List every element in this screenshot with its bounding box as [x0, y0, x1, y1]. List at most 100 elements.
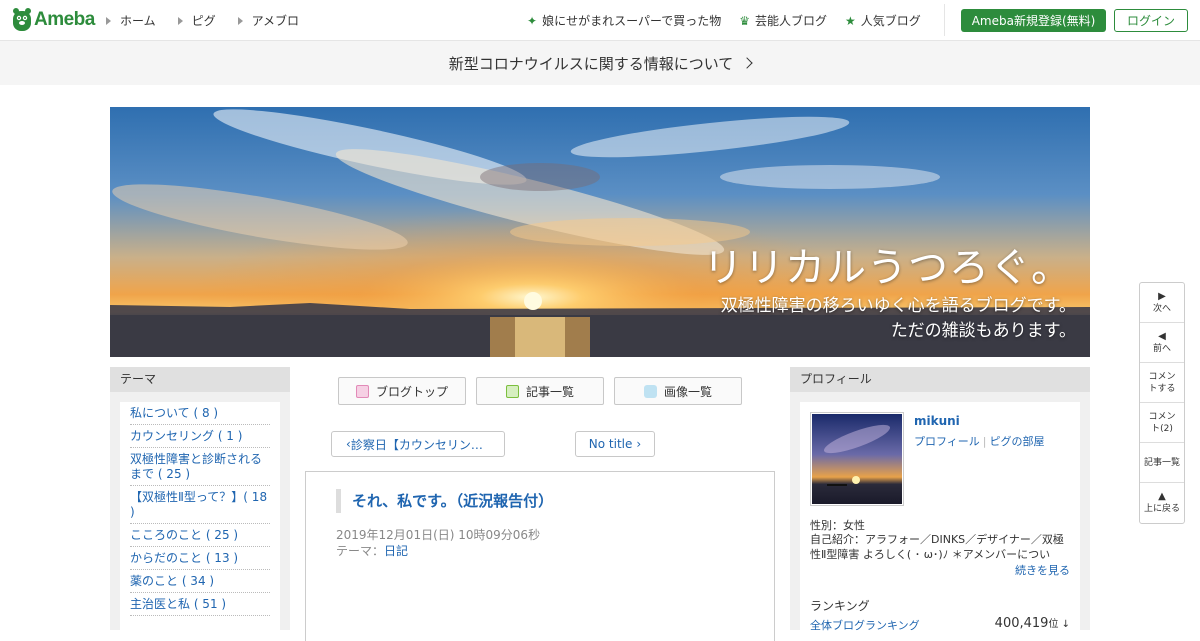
link-trending[interactable]: ✦ 娘にせがまれスーパーで買った物: [527, 12, 721, 29]
float-prev-button[interactable]: ◀ 前へ: [1140, 323, 1184, 363]
float-article-list-button[interactable]: 記事一覧: [1140, 443, 1184, 483]
logo-text: Ameba: [34, 9, 95, 30]
blog-description-line2: ただの雑談もあります。: [890, 321, 1076, 341]
list-icon: [505, 384, 519, 398]
profile-heading: プロフィール: [790, 367, 1090, 392]
theme-sidebar: テーマ 私について ( 8 ) カウンセリング ( 1 ) 双極性障害と診断され…: [110, 367, 290, 632]
float-prev-label: 前へ: [1152, 343, 1171, 354]
theme-item[interactable]: 私について ( 8 ): [130, 402, 270, 425]
header-divider: [944, 4, 945, 36]
play-left-icon: ◀: [1158, 330, 1166, 342]
float-comments-count-button[interactable]: コメント(2): [1140, 403, 1184, 443]
profile-gender: 性別：女性: [810, 519, 865, 532]
blog-header-image[interactable]: リリカルうつろぐ。 双極性障害の移ろいゆく心を語るブログです。 ただの雑談もあり…: [110, 107, 1090, 357]
theme-item[interactable]: 【双極性Ⅱ型って？】( 18 ): [130, 486, 270, 524]
article: それ、私です。（近況報告付） 2019年12月01日(日) 10時09分06秒 …: [305, 471, 775, 641]
nav-pigg[interactable]: ピグ: [177, 12, 216, 29]
triangle-icon: [237, 16, 243, 25]
next-article-button[interactable]: No title ›: [575, 431, 655, 457]
float-article-list-label: 記事一覧: [1143, 457, 1180, 468]
tab-article-list[interactable]: 記事一覧: [476, 377, 604, 405]
read-more-link[interactable]: 続きを見る: [1015, 562, 1070, 578]
arrow-up-icon: ▲: [1158, 491, 1166, 502]
global-header: Ameba ホーム ピグ アメブロ ✦ 娘にせがまれスーパーで買った物 ♛ 芸能…: [0, 0, 1200, 41]
chevron-right-icon: [741, 57, 753, 69]
global-nav: ホーム ピグ アメブロ: [106, 12, 321, 29]
theme-heading: テーマ: [110, 367, 290, 392]
nav-home[interactable]: ホーム: [106, 12, 156, 29]
article-date: 2019年12月01日(日) 10時09分06秒: [336, 528, 541, 542]
nav-ameblo[interactable]: アメブロ: [237, 12, 300, 29]
article-theme-link[interactable]: 日記: [384, 544, 408, 558]
nav-pigg-label: ピグ: [191, 14, 216, 28]
tab-blog-top[interactable]: ブログトップ: [338, 377, 466, 405]
triangle-icon: [106, 16, 111, 25]
ranking-value: 400,419位 ↓: [995, 615, 1070, 631]
prev-article-button[interactable]: ‹ 診察日【カウンセリン…: [331, 431, 505, 457]
link-popular-label: 人気ブログ: [860, 14, 921, 28]
nav-home-label: ホーム: [120, 14, 156, 28]
theme-item[interactable]: こころのこと ( 25 ): [130, 524, 270, 547]
covid-notice-link[interactable]: 新型コロナウイルスに関する情報について: [0, 41, 1200, 85]
floating-nav: ▶ 次へ ◀ 前へ コメントする コメント(2) 記事一覧 ▲ 上に戻る: [1139, 282, 1185, 524]
theme-item[interactable]: 双極性障害と診断されるまで ( 25 ): [130, 448, 270, 486]
document-icon: [355, 384, 369, 398]
ameba-mascot-icon: [13, 8, 31, 31]
triangle-icon: [177, 16, 183, 25]
theme-item[interactable]: からだのこと ( 13 ): [130, 547, 270, 570]
float-next-label: 次へ: [1152, 303, 1171, 314]
article-theme: テーマ：日記: [336, 542, 408, 559]
float-comment-button[interactable]: コメントする: [1140, 363, 1184, 403]
blog-tabs: ブログトップ 記事一覧 画像一覧: [338, 377, 752, 405]
sparkle-icon: ✦: [527, 13, 538, 28]
crown-icon: ♛: [739, 13, 750, 28]
register-button[interactable]: Ameba新規登録(無料): [961, 9, 1106, 32]
profile-link[interactable]: プロフィール: [914, 435, 980, 448]
link-separator: |: [982, 435, 987, 448]
link-celebrity-blog[interactable]: ♛ 芸能人ブログ: [739, 12, 827, 29]
profile-sidebar: プロフィール mikuni プロフィール | ピグの部屋 性別：女性 自己紹介：…: [790, 367, 1090, 632]
avatar-image: [812, 414, 902, 504]
float-next-button[interactable]: ▶ 次へ: [1140, 283, 1184, 323]
profile-links: プロフィール | ピグの部屋: [914, 433, 1045, 449]
ranking-number: 400,419: [994, 616, 1049, 631]
float-back-to-top-label: 上に戻る: [1143, 504, 1180, 514]
profile-card: mikuni プロフィール | ピグの部屋 性別：女性 自己紹介：アラフォー／DIN…: [800, 402, 1080, 632]
tab-image-list[interactable]: 画像一覧: [614, 377, 742, 405]
avatar[interactable]: [810, 412, 904, 506]
float-comment-label: コメントする: [1148, 371, 1176, 394]
prev-article-label: 診察日【カウンセリン…: [350, 437, 483, 452]
play-right-icon: ▶: [1158, 290, 1166, 302]
blog-description-line1: 双極性障害の移ろいゆく心を語るブログです。: [720, 296, 1076, 316]
theme-item[interactable]: カウンセリング ( 1 ): [130, 425, 270, 448]
camera-icon: [643, 384, 657, 398]
tab-image-list-label: 画像一覧: [663, 384, 712, 399]
link-trending-label: 娘にせがまれスーパーで買った物: [542, 14, 722, 28]
next-article-label: No title: [588, 437, 633, 451]
pigg-room-link[interactable]: ピグの部屋: [990, 435, 1045, 448]
float-back-to-top-button[interactable]: ▲ 上に戻る: [1140, 483, 1184, 523]
article-title[interactable]: それ、私です。（近況報告付）: [336, 489, 553, 513]
star-icon: ★: [845, 13, 856, 28]
theme-item[interactable]: 薬のこと ( 34 ): [130, 570, 270, 593]
profile-intro: 自己紹介：アラフォー／DINKS／デザイナー／双極性Ⅱ型障害 よろしく( ･ ω…: [810, 533, 1064, 561]
article-theme-label: テーマ：: [336, 544, 385, 558]
chevron-right-icon: ›: [636, 437, 642, 451]
theme-list: 私について ( 8 ) カウンセリング ( 1 ) 双極性障害と診断されるまで …: [120, 402, 280, 632]
link-popular-blog[interactable]: ★ 人気ブログ: [845, 12, 921, 29]
blog-title[interactable]: リリカルうつろぐ。: [703, 235, 1072, 293]
blog-description: 双極性障害の移ろいゆく心を語るブログです。 ただの雑談もあります。: [721, 294, 1076, 344]
ameba-logo[interactable]: Ameba: [12, 7, 95, 33]
link-celebrity-label: 芸能人ブログ: [755, 14, 828, 28]
notice-text: 新型コロナウイルスに関する情報について: [448, 54, 734, 73]
ranking-heading: ランキング: [810, 599, 870, 613]
login-button[interactable]: ログイン: [1114, 9, 1188, 32]
tab-article-list-label: 記事一覧: [525, 384, 574, 399]
nav-ameblo-label: アメブロ: [251, 14, 300, 28]
header-links: ✦ 娘にせがまれスーパーで買った物 ♛ 芸能人ブログ ★ 人気ブログ: [527, 12, 939, 29]
tab-blog-top-label: ブログトップ: [375, 384, 448, 399]
ranking-link[interactable]: 全体ブログランキング: [810, 617, 920, 633]
profile-name[interactable]: mikuni: [914, 414, 960, 428]
float-comments-count-label: コメント(2): [1148, 411, 1176, 434]
theme-item[interactable]: 主治医と私 ( 51 ): [130, 593, 270, 616]
